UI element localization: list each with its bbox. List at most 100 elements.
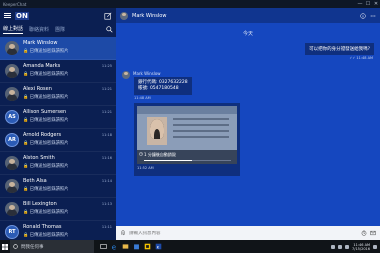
contact-name[interactable]: Mark Winslow — [132, 13, 166, 19]
conversation-preview: 🔒 已傳送加密錄讀照片 — [23, 210, 69, 215]
conversation-item[interactable]: Mark Winslow 🔒 已傳送加密錄讀照片 — [0, 37, 116, 60]
incoming-line-2: 帳號: 0547180548 — [138, 86, 179, 91]
sender-avatar — [122, 71, 130, 79]
taskbar-search[interactable]: 問我任何事 — [10, 240, 94, 253]
conversation-name: Arnold Rodgers — [23, 132, 62, 138]
avatar — [5, 179, 19, 193]
conversation-preview: 🔒 已傳送加密錄讀照片 — [23, 141, 69, 146]
avatar — [5, 87, 19, 101]
avatar — [5, 64, 19, 78]
sidebar: ON 線上對話 聯絡資料 團隊 Mark Winslow 🔒 已傳送加密錄讀照片 A… — [0, 8, 116, 244]
incoming-message-time: 11:48 AM — [134, 96, 151, 100]
app-logo: ON — [15, 11, 29, 20]
attach-icon[interactable] — [120, 230, 126, 236]
contact-avatar[interactable] — [120, 11, 128, 20]
app-title: KeeperChat — [3, 1, 27, 7]
keeper-taskbar-icon[interactable] — [144, 243, 151, 250]
sidebar-header: ON — [0, 8, 116, 23]
notifications-icon[interactable] — [373, 244, 377, 249]
avatar: AS — [5, 110, 19, 124]
conversation-item[interactable]: Bill Lexington 11:13 🔒 已傳送加密錄讀照片 — [0, 198, 116, 221]
conversation-time: 11:11 — [101, 225, 112, 229]
keeperchat-taskbar-icon[interactable]: K — [155, 243, 162, 250]
conversation-time: 11:21 — [101, 110, 112, 114]
tab-conversations[interactable]: 線上對話 — [3, 25, 24, 34]
cortana-icon — [13, 244, 18, 249]
system-clock[interactable]: 11:46 AM 7/15/2016 — [352, 243, 370, 251]
volume-icon[interactable] — [338, 244, 343, 249]
info-icon[interactable] — [360, 12, 366, 19]
conversation-name: Amanda Marks — [23, 63, 61, 69]
conversation-preview: 🔒 已傳送加密錄讀照片 — [23, 187, 69, 192]
conversation-name: Beth Alsa — [23, 178, 47, 184]
day-divider: 今天 — [242, 31, 253, 37]
avatar: AR — [5, 133, 19, 147]
close-button[interactable]: ✕ — [372, 0, 380, 8]
start-button[interactable] — [0, 240, 10, 253]
conversation-item[interactable]: Amanda Marks 11:25 🔒 已傳送加密錄讀照片 — [0, 60, 116, 83]
conversation-time: 11:18 — [101, 133, 112, 137]
outgoing-message[interactable]: 可以把你的身分證發送給我嗎? — [305, 43, 374, 55]
avatar — [5, 202, 19, 216]
incoming-message[interactable]: 銀行代碼: 0327632228 帳號: 0547180548 — [134, 77, 192, 95]
self-destruct-label: 1 分鐘後自動銷毀 — [144, 152, 176, 157]
conversation-list: Mark Winslow 🔒 已傳送加密錄讀照片 Amanda Marks 11:25… — [0, 37, 116, 244]
self-destruct-progress — [144, 160, 231, 161]
hamburger-menu-icon[interactable] — [4, 13, 11, 18]
send-icon[interactable] — [370, 230, 376, 236]
timer-toggle-icon[interactable] — [361, 230, 367, 236]
conversation-preview: 🔒 已傳送加密錄讀照片 — [23, 233, 69, 238]
conversation-name: Bill Lexington — [23, 201, 57, 207]
tab-contacts[interactable]: 聯絡資料 — [29, 26, 49, 33]
chat-pane: Mark Winslow 今天 可以把你的身分證發送給我嗎? ✓✓ 11:48 … — [116, 8, 380, 240]
image-message-time: 11:52 AM — [137, 166, 154, 170]
avatar — [5, 156, 19, 170]
search-icon[interactable] — [106, 25, 113, 33]
image-message[interactable]: 1 分鐘後自動銷毀 11:52 AM — [134, 103, 240, 176]
edge-icon[interactable]: e — [111, 243, 118, 250]
self-destruct-bar: 1 分鐘後自動銷毀 — [137, 150, 237, 164]
timer-icon — [139, 152, 143, 156]
windows-taskbar: 問我任何事 e K 11:46 AM 7/15/2016 — [0, 240, 380, 253]
avatar — [5, 41, 19, 55]
tab-teams[interactable]: 團隊 — [55, 26, 65, 33]
conversation-preview: 🔒 已傳送加密錄讀照片 — [23, 95, 69, 100]
conversation-name: Alexi Rosen — [23, 86, 52, 92]
conversation-time: 11:13 — [101, 202, 112, 206]
conversation-name: Allison Sumersen — [23, 109, 67, 115]
minimize-button[interactable]: — — [356, 0, 364, 8]
store-icon[interactable] — [133, 243, 140, 250]
message-input[interactable] — [129, 230, 358, 236]
title-bar: KeeperChat — ☐ ✕ — [0, 0, 380, 8]
taskbar-search-text: 問我任何事 — [21, 244, 44, 250]
conversation-time: 11:25 — [101, 64, 112, 68]
maximize-button[interactable]: ☐ — [364, 0, 372, 8]
language-icon[interactable] — [345, 244, 350, 249]
chat-header: Mark Winslow — [116, 8, 380, 23]
conversation-preview: 🔒 已傳送加密錄讀照片 — [23, 164, 69, 169]
conversation-time: 11:16 — [101, 156, 112, 160]
svg-text:e: e — [112, 243, 116, 250]
conversation-item[interactable]: AS Allison Sumersen 11:21 🔒 已傳送加密錄讀照片 — [0, 106, 116, 129]
conversation-preview: 🔒 已傳送加密錄讀照片 — [23, 49, 69, 54]
conversation-item[interactable]: Beth Alsa 11:14 🔒 已傳送加密錄讀照片 — [0, 175, 116, 198]
network-icon[interactable] — [331, 244, 336, 249]
message-composer — [116, 226, 380, 240]
sidebar-tabs: 線上對話 聯絡資料 團隊 — [0, 23, 116, 35]
conversation-time: 11:14 — [101, 179, 112, 183]
conversation-item[interactable]: Alston Smith 11:16 🔒 已傳送加密錄讀照片 — [0, 152, 116, 175]
conversation-name: Mark Winslow — [23, 40, 58, 46]
conversation-item[interactable]: AR Arnold Rodgers 11:18 🔒 已傳送加密錄讀照片 — [0, 129, 116, 152]
id-card-image[interactable]: 1 分鐘後自動銷毀 — [137, 106, 237, 164]
outgoing-message-time: ✓✓ 11:48 AM — [349, 56, 373, 60]
sender-name: Mark Winslow — [133, 71, 161, 76]
conversation-time: 11:21 — [101, 87, 112, 91]
id-photo — [147, 117, 167, 145]
conversation-item[interactable]: Alexi Rosen 11:21 🔒 已傳送加密錄讀照片 — [0, 83, 116, 106]
conversation-preview: 🔒 已傳送加密錄讀照片 — [23, 72, 69, 77]
compose-icon[interactable] — [104, 12, 112, 20]
more-options-icon[interactable] — [370, 13, 376, 19]
file-explorer-icon[interactable] — [122, 243, 129, 250]
task-view-icon[interactable] — [100, 243, 107, 250]
conversation-name: Alston Smith — [23, 155, 55, 161]
